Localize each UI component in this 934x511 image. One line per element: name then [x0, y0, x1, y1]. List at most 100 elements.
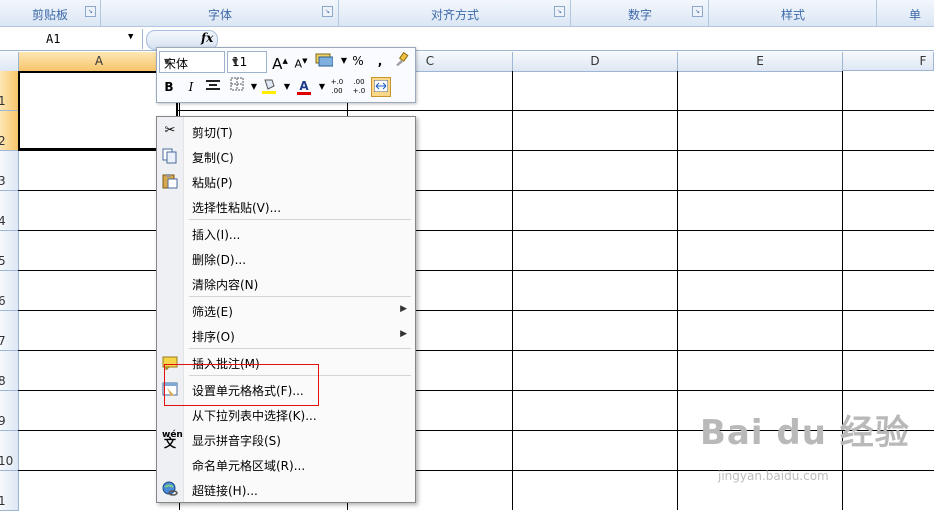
row-header-3[interactable]: 3 — [0, 151, 19, 191]
menu-item-label: 筛选(E) — [192, 305, 233, 319]
menu-item-paste-special[interactable]: 选择性粘贴(V)... — [157, 194, 415, 218]
menu-item-label: 显示拼音字段(S) — [192, 434, 281, 448]
menu-item-label: 删除(D)... — [192, 253, 247, 267]
ribbon-group-clipboard: 剪贴板 ↘ — [0, 0, 100, 26]
row-header-10[interactable]: 10 — [0, 431, 19, 471]
font-size-combo[interactable]: 11 ▼ — [227, 51, 267, 73]
row-header-8[interactable]: 8 — [0, 351, 19, 391]
menu-item-delete[interactable]: 删除(D)... — [157, 246, 415, 270]
row-number: 6 — [0, 294, 6, 308]
italic-button[interactable]: I — [181, 77, 201, 97]
phonetic-icon: wén 文 — [162, 430, 183, 450]
decrease-decimal-button[interactable]: .00 +.0 — [349, 77, 369, 98]
menu-item-label: 从下拉列表中选择(K)... — [192, 409, 317, 423]
group-divider — [708, 0, 709, 26]
ribbon-group-label: 字体 — [207, 8, 232, 22]
menu-item-label: 插入(I)... — [192, 228, 241, 242]
watermark-url: jingyan.baidu.com — [718, 469, 829, 483]
dialog-launcher-icon[interactable]: ↘ — [322, 6, 333, 17]
font-name-combo[interactable]: 宋体 ▼ — [159, 51, 225, 73]
row-number: 2 — [0, 134, 6, 148]
ribbon-group-alignment: 对齐方式 ↘ — [341, 0, 569, 26]
ribbon-group-cells: 单 — [879, 0, 934, 26]
menu-item-filter[interactable]: 筛选(E) ▶ — [157, 298, 415, 322]
row-header-5[interactable]: 5 — [0, 231, 19, 271]
menu-item-hyperlink[interactable]: 超链接(H)... — [157, 477, 415, 501]
merge-center-button[interactable] — [371, 77, 391, 97]
chevron-down-icon[interactable]: ▼ — [128, 32, 133, 42]
column-header-e[interactable]: E — [678, 52, 843, 72]
format-painter-button[interactable] — [391, 51, 411, 71]
column-header-f[interactable]: F — [843, 52, 934, 71]
shrink-font-icon: A — [294, 57, 303, 71]
dialog-launcher-icon[interactable]: ↘ — [554, 6, 565, 17]
chevron-down-icon[interactable]: ▼ — [164, 57, 221, 66]
menu-item-phonetic[interactable]: wén 文 显示拼音字段(S) — [157, 427, 415, 451]
ribbon-group-number: 数字 ↘ — [573, 0, 707, 26]
row-header-4[interactable]: 4 — [0, 191, 19, 231]
chevron-down-icon[interactable]: ▼ — [232, 57, 263, 66]
menu-item-label: 清除内容(N) — [192, 278, 259, 292]
select-all-corner[interactable] — [0, 52, 19, 72]
font-color-swatch — [297, 92, 311, 95]
menu-item-label: 排序(O) — [192, 330, 235, 344]
menu-item-define-name[interactable]: 命名单元格区域(R)... — [157, 452, 415, 476]
active-cell-a1[interactable] — [18, 71, 178, 150]
ribbon-group-label: 数字 — [627, 8, 652, 22]
hyperlink-icon — [162, 481, 178, 497]
ribbon-group-bar: 剪贴板 ↘ 字体 ↘ 对齐方式 ↘ 数字 ↘ 样式 单 — [0, 0, 934, 27]
menu-item-label: 粘贴(P) — [192, 176, 233, 190]
accounting-format-button[interactable] — [314, 51, 334, 71]
menu-item-insert[interactable]: 插入(I)... — [157, 221, 415, 245]
border-icon — [230, 77, 244, 91]
dialog-launcher-icon[interactable]: ↘ — [692, 6, 703, 17]
row-number: 1 — [0, 94, 6, 108]
name-box[interactable]: A1 ▼ — [0, 29, 143, 49]
dialog-launcher-icon[interactable]: ↘ — [85, 6, 96, 17]
row-header-7[interactable]: 7 — [0, 311, 19, 351]
row-number: 8 — [0, 374, 6, 388]
paste-icon — [162, 173, 178, 189]
row-number: 7 — [0, 334, 6, 348]
row-number: 10 — [0, 454, 14, 468]
grow-font-icon: A — [272, 55, 283, 73]
row-header-1[interactable]: 1 — [0, 71, 19, 111]
menu-item-cut[interactable]: ✂ 剪切(T) — [157, 119, 415, 143]
grid-line — [677, 71, 678, 510]
grow-font-button[interactable]: A▲ — [270, 51, 290, 73]
center-align-button[interactable] — [203, 77, 223, 97]
scissors-icon: ✂ — [164, 123, 176, 138]
row-number: 5 — [0, 254, 6, 268]
currency-icon — [315, 53, 334, 67]
submenu-arrow-icon: ▶ — [400, 329, 407, 339]
menu-item-clear-contents[interactable]: 清除内容(N) — [157, 271, 415, 295]
copy-icon — [162, 148, 178, 164]
menu-item-copy[interactable]: 复制(C) — [157, 144, 415, 168]
row-number: 3 — [0, 174, 6, 188]
menu-item-paste[interactable]: 粘贴(P) — [157, 169, 415, 193]
shrink-font-button[interactable]: A▼ — [291, 51, 311, 71]
menu-separator — [189, 296, 411, 297]
fill-color-button[interactable] — [259, 77, 279, 97]
font-color-button[interactable]: A — [294, 76, 314, 96]
column-header-d[interactable]: D — [513, 52, 678, 72]
menu-item-sort[interactable]: 排序(O) ▶ — [157, 323, 415, 347]
bold-button[interactable]: B — [159, 77, 179, 97]
row-header-11[interactable]: 1 — [0, 471, 19, 511]
menu-item-label: 命名单元格区域(R)... — [192, 459, 306, 473]
group-divider — [570, 0, 571, 26]
row-header-6[interactable]: 6 — [0, 271, 19, 311]
merge-cells-icon — [373, 79, 389, 93]
row-header-9[interactable]: 9 — [0, 391, 19, 431]
brush-icon — [396, 51, 409, 66]
group-divider — [876, 0, 877, 26]
increase-decimal-button[interactable]: +.0 .00 — [327, 77, 347, 98]
grid-line — [512, 71, 513, 510]
group-divider — [338, 0, 339, 26]
submenu-arrow-icon: ▶ — [400, 304, 407, 314]
percent-button[interactable]: % — [348, 51, 368, 71]
ribbon-group-label: 对齐方式 — [430, 8, 479, 22]
row-header-2[interactable]: 2 — [0, 111, 19, 151]
menu-separator — [189, 219, 411, 220]
comma-button[interactable]: , — [370, 51, 390, 71]
